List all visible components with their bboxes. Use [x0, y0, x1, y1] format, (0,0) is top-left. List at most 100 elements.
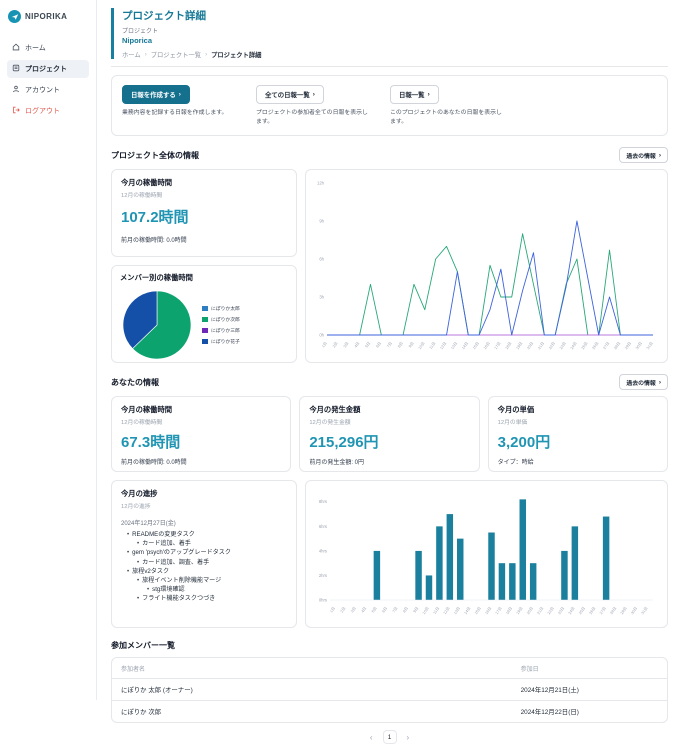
svg-text:22日: 22日: [547, 606, 555, 615]
progress-title: 今月の進捗: [121, 489, 287, 499]
stat-subtitle: 12月の稼働時間: [121, 190, 287, 199]
stat-value: 215,296円: [309, 431, 469, 452]
table-row[interactable]: にぽりか 太郎 (オーナー)2024年12月21日(土): [112, 678, 667, 700]
legend-swatch: [202, 339, 208, 344]
svg-text:14日: 14日: [461, 341, 469, 350]
header-divider: [111, 66, 668, 67]
action-description: このプロジェクトのあなたの日報を表示します。: [390, 109, 502, 126]
svg-text:22日: 22日: [548, 341, 556, 350]
svg-text:1日: 1日: [329, 606, 336, 613]
svg-text:2hrs: 2hrs: [319, 573, 327, 578]
svg-text:10日: 10日: [422, 606, 430, 615]
stat-previous: 前月の稼働時間: 0.0時間: [121, 235, 287, 244]
svg-text:7日: 7日: [392, 606, 399, 613]
create-report-button[interactable]: 日報を作成する›: [122, 85, 190, 104]
table-row[interactable]: にぽりか 次郎2024年12月22日(日): [112, 700, 667, 722]
bullet-icon: •: [137, 558, 139, 567]
bar: [530, 563, 536, 600]
progress-item: •gem 'psych'のアップグレードタスク: [121, 548, 287, 557]
bullet-icon: •: [127, 530, 129, 539]
table-header-row: 参加者名参加日: [112, 658, 667, 678]
stat-title: 今月の稼働時間: [121, 178, 287, 188]
svg-text:4hrs: 4hrs: [319, 548, 327, 553]
svg-text:20日: 20日: [526, 606, 534, 615]
pie-card-title: メンバー別の稼働時間: [120, 273, 288, 283]
report-action: 日報を作成する› 業務内容を記録する日報を作成します。: [122, 84, 234, 126]
pagination-prev-icon[interactable]: ‹: [370, 733, 373, 742]
legend-item: にぽりか三郎: [202, 327, 240, 334]
breadcrumb-item[interactable]: プロジェクト一覧: [151, 50, 201, 59]
bullet-icon: •: [137, 594, 139, 603]
sidebar-item-logout[interactable]: ログアウト: [7, 102, 89, 120]
svg-text:19日: 19日: [516, 341, 524, 350]
sidebar-item-home[interactable]: ホーム: [7, 39, 89, 57]
all-reports-button[interactable]: 全ての日報一覧›: [256, 85, 324, 104]
svg-text:31日: 31日: [646, 341, 654, 350]
svg-text:23日: 23日: [557, 606, 565, 615]
breadcrumb-item[interactable]: ホーム: [122, 50, 141, 59]
stat-subtitle: 12月の発生金額: [309, 417, 469, 426]
svg-text:26日: 26日: [589, 606, 597, 615]
stat-subtitle: 12月の稼働時間: [121, 417, 281, 426]
button-label: 日報を作成する: [131, 90, 176, 99]
sidebar-item-project[interactable]: プロジェクト: [7, 60, 89, 78]
pie-legend: にぽりか太郎にぽりか次郎にぽりか三郎にぽりか花子: [202, 305, 240, 345]
my-reports-button[interactable]: 日報一覧›: [390, 85, 439, 104]
svg-text:11日: 11日: [429, 341, 437, 350]
svg-text:24日: 24日: [570, 341, 578, 350]
stat-title: 今月の稼働時間: [121, 405, 281, 415]
svg-text:26日: 26日: [592, 341, 600, 350]
sidebar-item-account[interactable]: アカウント: [7, 81, 89, 99]
pagination: ‹ 1 ›: [111, 730, 668, 744]
progress-item: •旅程v2タスク: [121, 567, 287, 576]
svg-text:21日: 21日: [537, 606, 545, 615]
legend-item: にぽりか太郎: [202, 305, 240, 312]
svg-text:7日: 7日: [386, 341, 393, 348]
svg-text:27日: 27日: [602, 341, 610, 350]
report-action: 日報一覧› このプロジェクトのあなたの日報を表示します。: [390, 84, 502, 126]
progress-row: 今月の進捗 12月の進捗 2024年12月27日(金) •READMEの変更タス…: [111, 480, 668, 628]
your-bar-chart-card: 0hrs2hrs4hrs6hrs8hrs1日2日3日4日5日6日7日8日9日10…: [305, 480, 668, 628]
breadcrumb-item: プロジェクト詳細: [211, 50, 261, 59]
svg-text:15日: 15日: [472, 341, 480, 350]
your-history-button[interactable]: 過去の情報 ›: [619, 374, 668, 390]
stat-subtitle: 12月の単価: [498, 417, 658, 426]
legend-label: にぽりか次郎: [211, 316, 240, 323]
svg-text:4日: 4日: [361, 606, 368, 613]
bar: [457, 539, 463, 600]
svg-text:2日: 2日: [332, 341, 339, 348]
logo-icon: [8, 10, 21, 23]
your-section-title: あなたの情報: [111, 377, 159, 388]
project-left-column: 今月の稼働時間 12月の稼働時間 107.2時間 前月の稼働時間: 0.0時間 …: [111, 169, 297, 363]
pagination-page-1[interactable]: 1: [383, 730, 397, 744]
your-section-head: あなたの情報 過去の情報 ›: [111, 374, 668, 390]
progress-card: 今月の進捗 12月の進捗 2024年12月27日(金) •READMEの変更タス…: [111, 480, 297, 628]
bar: [488, 533, 494, 601]
join-date: 2024年12月22日(日): [512, 701, 667, 722]
pagination-next-icon[interactable]: ›: [407, 733, 410, 742]
project-label: プロジェクト: [122, 26, 668, 35]
project-section-title: プロジェクト全体の情報: [111, 150, 199, 161]
progress-date: 2024年12月27日(金): [121, 518, 287, 527]
logo[interactable]: NIPORIKA: [7, 8, 89, 33]
action-description: 業務内容を記録する日報を作成します。: [122, 109, 234, 118]
svg-text:15日: 15日: [474, 606, 482, 615]
bar: [509, 563, 515, 600]
svg-text:16日: 16日: [483, 341, 491, 350]
logout-icon: [12, 106, 20, 116]
svg-text:9日: 9日: [408, 341, 415, 348]
project-hours-card: 今月の稼働時間 12月の稼働時間 107.2時間 前月の稼働時間: 0.0時間: [111, 169, 297, 257]
legend-swatch: [202, 317, 208, 322]
progress-item-text: 旅程v2タスク: [132, 567, 169, 576]
svg-text:2日: 2日: [340, 606, 347, 613]
breadcrumb: ホーム›プロジェクト一覧›プロジェクト詳細: [122, 50, 668, 59]
stat-value: 107.2時間: [121, 206, 287, 227]
legend-label: にぽりか太郎: [211, 305, 240, 312]
svg-text:14日: 14日: [464, 606, 472, 615]
svg-text:6日: 6日: [381, 606, 388, 613]
legend-label: にぽりか三郎: [211, 327, 240, 334]
progress-item-text: フライト機能タスクつづき: [142, 594, 215, 603]
project-history-button[interactable]: 過去の情報 ›: [619, 147, 668, 163]
svg-text:4日: 4日: [354, 341, 361, 348]
project-history-label: 過去の情報: [626, 151, 655, 160]
